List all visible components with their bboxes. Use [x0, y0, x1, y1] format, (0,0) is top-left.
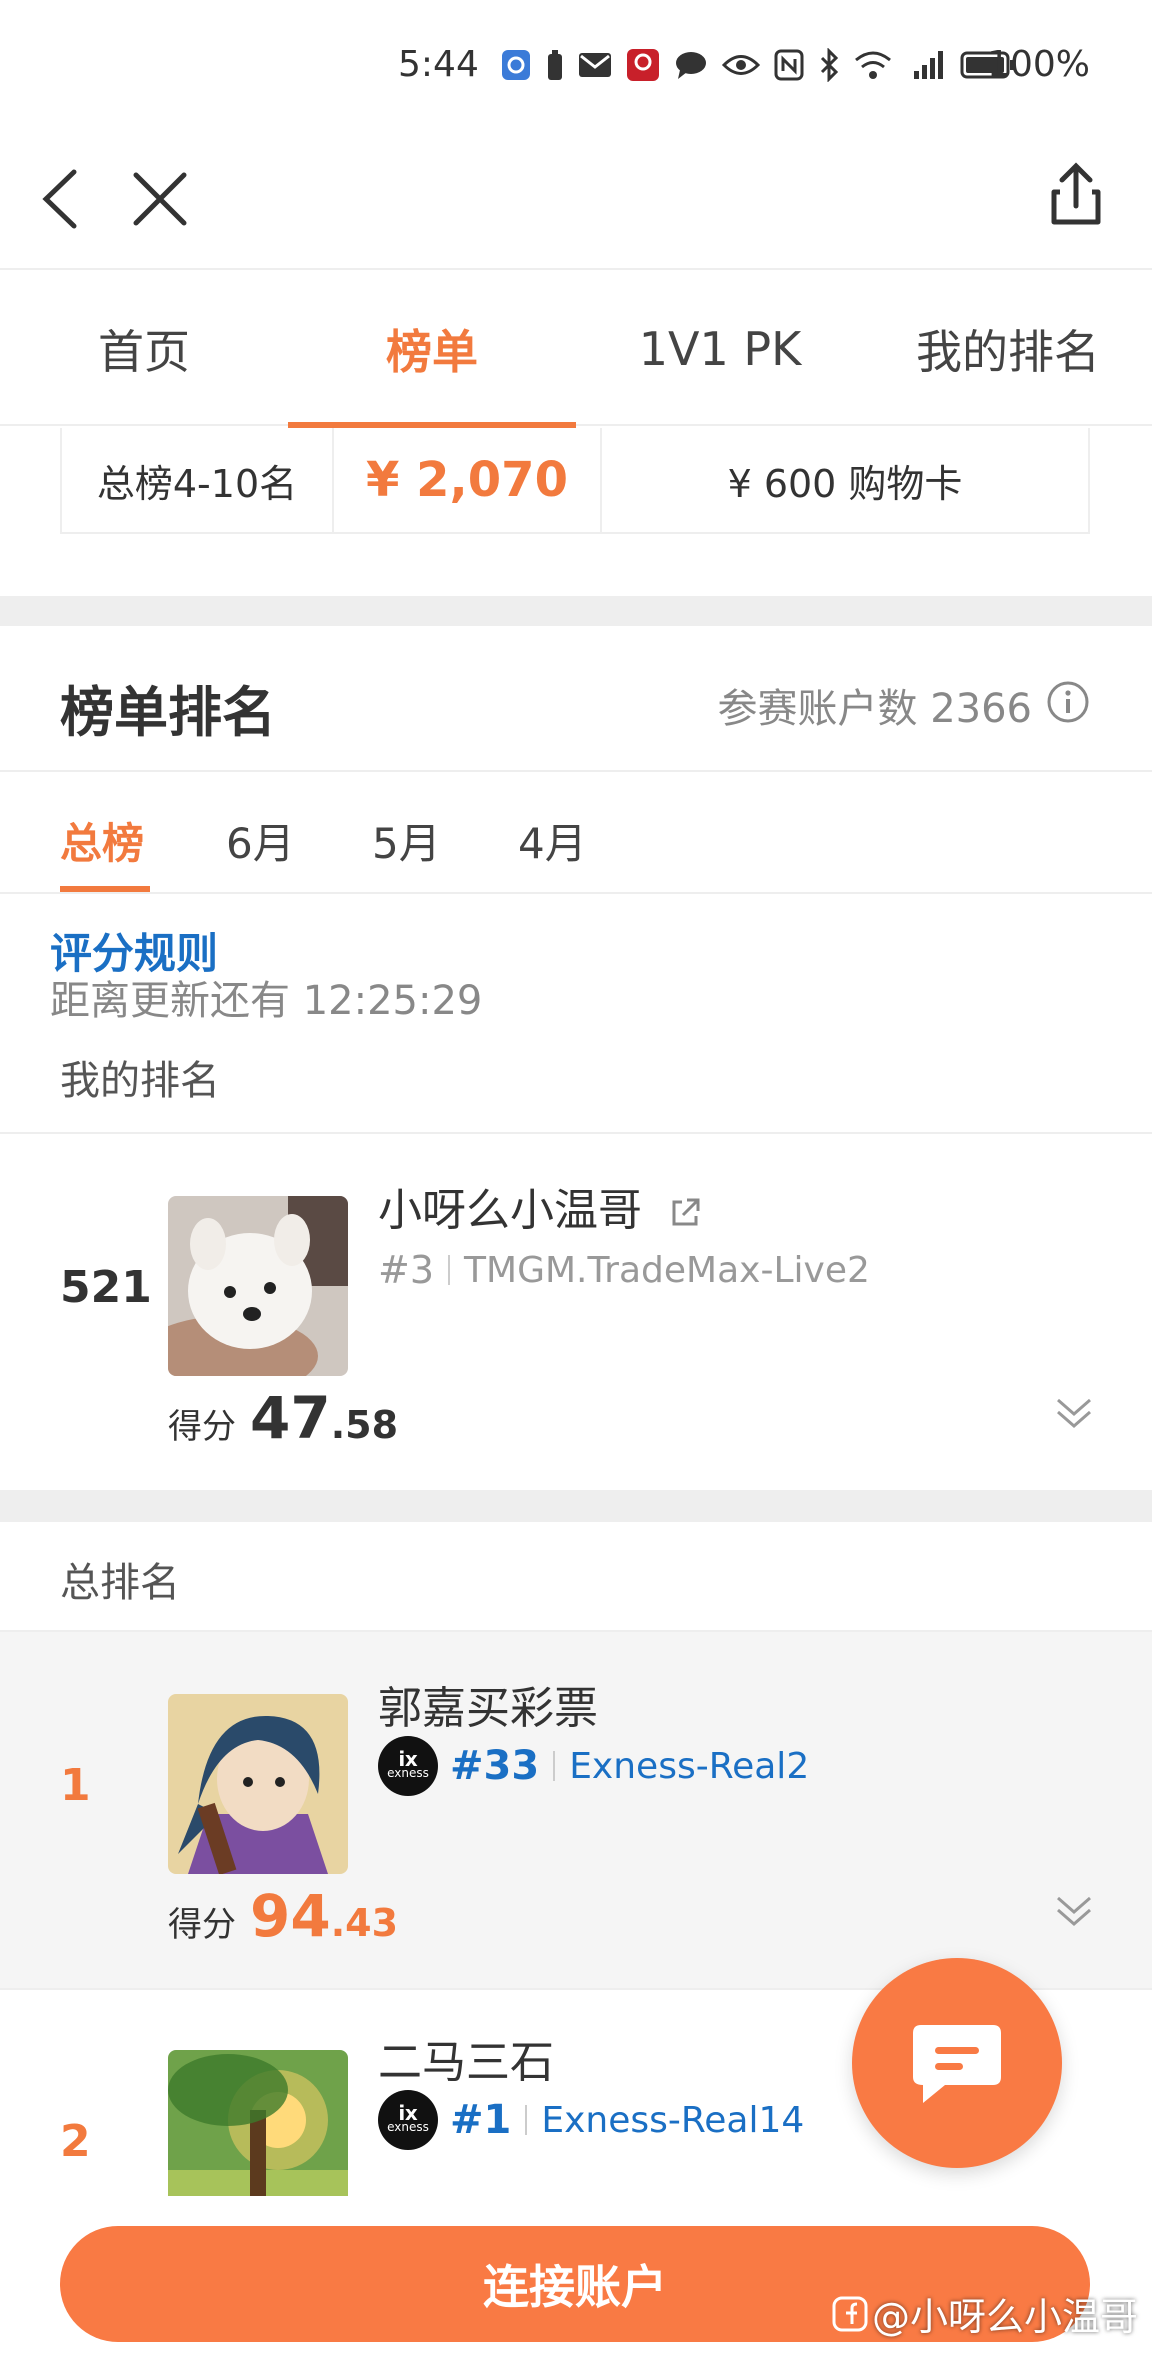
battery-percent: 100%	[987, 44, 1090, 85]
score-label: 得分	[168, 1407, 236, 1447]
my-rank-label: 我的排名	[60, 1058, 220, 1104]
account-line: ⅸ exness #33 Exness-Real2	[378, 1736, 809, 1796]
watermark: @小呀么小温哥	[832, 2286, 1138, 2341]
prize-gift: ¥ 600 购物卡	[727, 461, 963, 506]
section-gap	[0, 1490, 1152, 1522]
account-tag: #3	[378, 1248, 435, 1292]
tab-home[interactable]: 首页	[0, 272, 288, 426]
share-icon[interactable]	[1036, 156, 1116, 236]
prize-row: 总榜4-10名 ¥ 2,070 ¥ 600 购物卡	[60, 428, 1090, 534]
separator	[553, 1751, 556, 1781]
score-integer: 47	[250, 1384, 331, 1452]
account-name: Exness-Real2	[569, 1745, 810, 1787]
avatar[interactable]	[168, 1694, 348, 1874]
chevron-down-icon[interactable]	[1052, 1888, 1096, 1932]
user-name: 郭嘉买彩票	[378, 1683, 598, 1734]
status-time: 5:44	[398, 44, 479, 85]
score: 得分 94.43	[168, 1882, 398, 1950]
rank-number: 521	[60, 1262, 152, 1313]
notification-icon	[500, 48, 532, 90]
separator	[525, 2105, 528, 2135]
rank-number: 2	[60, 2116, 91, 2167]
prize-rank-range: 总榜4-10名	[62, 428, 334, 532]
nfc-icon	[774, 49, 804, 89]
platform-logo-icon	[832, 2296, 868, 2331]
bottom-bar: 连接账户 @小呀么小温哥	[0, 2196, 1152, 2376]
chat-icon	[674, 50, 708, 88]
score-decimal: .43	[330, 1901, 399, 1945]
score-label: 得分	[168, 1905, 236, 1945]
subtab-underline	[60, 886, 150, 892]
user-name: 小呀么小温哥	[378, 1174, 702, 1238]
avatar[interactable]	[168, 1196, 348, 1376]
subtab-june[interactable]: 6月	[226, 810, 295, 871]
score-decimal: .58	[330, 1403, 399, 1447]
score-integer: 94	[250, 1882, 331, 1950]
chat-fab-button[interactable]	[852, 1958, 1062, 2168]
external-link-icon[interactable]	[668, 1196, 702, 1230]
info-icon[interactable]	[1046, 680, 1090, 724]
tab-leaderboard[interactable]: 榜单	[288, 272, 576, 428]
account-line: ⅸ exness #1 Exness-Real14	[378, 2090, 804, 2150]
update-countdown: 距离更新还有 12:25:29	[50, 978, 483, 1024]
back-icon[interactable]	[36, 166, 86, 232]
subtab-april[interactable]: 4月	[518, 810, 587, 871]
ranking-header: 榜单排名 参赛账户数 2366	[0, 626, 1152, 772]
status-icons	[500, 47, 1016, 90]
subtab-overall[interactable]: 总榜	[60, 810, 144, 871]
exness-logo-icon: ⅸ exness	[378, 1736, 438, 1796]
tab-1v1-pk[interactable]: 1V1 PK	[576, 272, 864, 426]
status-bar: 5:44 100%	[0, 0, 1152, 130]
close-icon[interactable]	[130, 166, 190, 232]
account-name: TMGM.TradeMax-Live2	[464, 1249, 870, 1291]
bank-app-icon	[626, 48, 660, 90]
section-gap	[0, 596, 1152, 626]
my-rank-card[interactable]: 521 小呀么小温哥 #3 TMGM.TradeMax-Live2 得分 47.5…	[0, 1134, 1152, 1490]
mail-icon	[578, 51, 612, 87]
account-name: Exness-Real14	[541, 2099, 805, 2141]
score: 得分 47.58	[168, 1384, 398, 1452]
participant-count: 参赛账户数 2366	[717, 686, 1032, 732]
message-icon	[913, 2025, 1001, 2103]
account-tag: #33	[450, 1743, 540, 1789]
avatar[interactable]	[168, 2050, 348, 2196]
subtab-may[interactable]: 5月	[372, 810, 441, 871]
main-tabs: 首页 榜单 1V1 PK 我的排名	[0, 272, 1152, 428]
top-nav	[0, 130, 1152, 270]
user-name: 二马三石	[378, 2037, 554, 2088]
wifi-icon	[854, 50, 892, 88]
exness-logo-icon: ⅸ exness	[378, 2090, 438, 2150]
chevron-down-icon[interactable]	[1052, 1390, 1096, 1434]
rank-card[interactable]: 1 郭嘉买彩票 ⅸ exness #33 Exness-Real2 得分 94.43	[0, 1632, 1152, 1988]
bluetooth-icon	[818, 47, 840, 90]
prize-cash: ¥ 2,070	[334, 428, 602, 532]
total-rank-label: 总排名	[60, 1560, 180, 1606]
ranking-title: 榜单排名	[60, 681, 276, 744]
signal-icon	[906, 49, 946, 89]
rank-number: 1	[60, 1760, 91, 1811]
eye-icon	[721, 52, 761, 86]
account-tag: #1	[450, 2097, 512, 2143]
separator	[448, 1255, 451, 1285]
period-tabs: 总榜 6月 5月 4月	[0, 774, 1152, 894]
account-line: #3 TMGM.TradeMax-Live2	[378, 1248, 870, 1292]
tab-my-rank[interactable]: 我的排名	[864, 272, 1152, 426]
battery-saver-icon	[546, 48, 564, 90]
